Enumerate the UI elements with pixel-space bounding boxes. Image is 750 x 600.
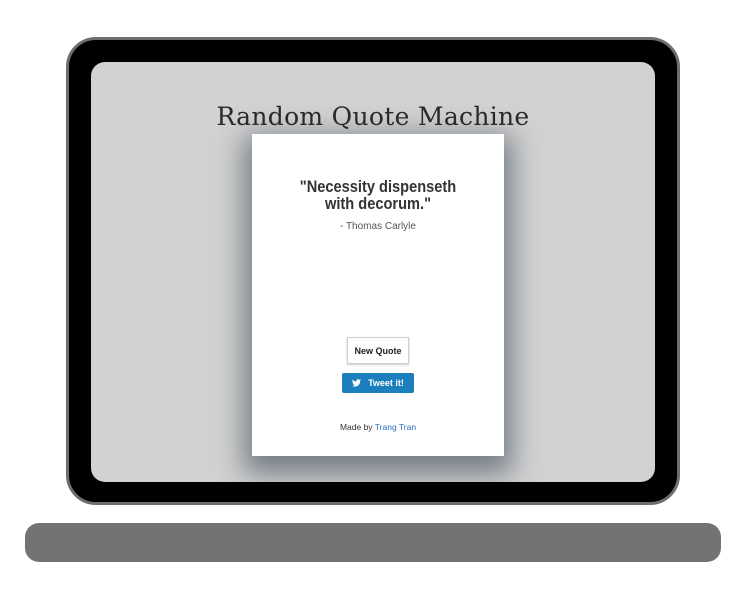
tweet-button-label: Tweet it! — [368, 378, 404, 388]
laptop-base — [25, 523, 721, 562]
author-link[interactable]: Trang Tran — [375, 422, 416, 432]
made-by-label: Made by — [339, 422, 373, 432]
tweet-button[interactable]: Tweet it! — [342, 373, 414, 393]
quote-card: "Necessity dispenseth with decorum." - T… — [252, 134, 504, 456]
laptop-mockup: Random Quote Machine "Necessity dispense… — [0, 0, 750, 600]
quote-author: - Thomas Carlyle — [340, 221, 416, 232]
laptop-screen: Random Quote Machine "Necessity dispense… — [91, 62, 655, 482]
twitter-bird-icon — [352, 379, 362, 387]
laptop-screen-bezel: Random Quote Machine "Necessity dispense… — [66, 37, 680, 505]
quote-text: "Necessity dispenseth with decorum." — [299, 177, 457, 213]
credit-footer: Made by Trang Tran — [252, 422, 504, 432]
page-title: Random Quote Machine — [216, 102, 530, 131]
new-quote-button[interactable]: New Quote — [347, 337, 409, 364]
